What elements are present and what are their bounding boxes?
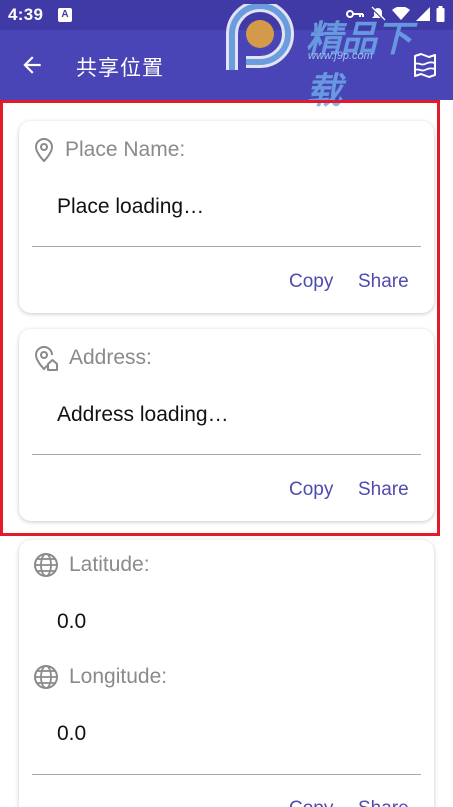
map-button[interactable] <box>409 50 441 82</box>
signal-icon <box>416 7 430 26</box>
divider <box>32 246 421 247</box>
address-value: Address loading… <box>57 403 229 426</box>
arrow-left-icon <box>23 56 41 74</box>
status-icons <box>346 6 445 27</box>
coordinates-card: Latitude: 0.0 Longitude: 0.0 Copy Share <box>19 540 434 807</box>
place-name-card: Place Name: Place loading… Copy Share <box>19 121 434 313</box>
status-time: 4:39 <box>8 5 44 24</box>
mute-icon <box>370 6 386 27</box>
latitude-label-row: Latitude: <box>33 552 150 578</box>
place-name-label-row: Place Name: <box>33 137 185 163</box>
share-address-button[interactable]: Share <box>358 479 409 501</box>
copy-address-button[interactable]: Copy <box>289 479 333 501</box>
copy-place-button[interactable]: Copy <box>289 271 333 293</box>
battery-icon <box>436 6 445 27</box>
share-place-button[interactable]: Share <box>358 271 409 293</box>
map-icon <box>414 53 436 78</box>
globe-icon <box>34 665 58 689</box>
page-title: 共享位置 <box>76 56 164 80</box>
address-label-row: Address: <box>33 345 152 371</box>
back-button[interactable] <box>14 47 50 83</box>
address-label: Address: <box>69 346 152 369</box>
longitude-value: 0.0 <box>57 722 87 745</box>
longitude-label-row: Longitude: <box>33 664 167 690</box>
status-bar: 4:39 A <box>0 0 453 30</box>
wifi-icon <box>392 6 410 26</box>
copy-coordinates-button[interactable]: Copy <box>289 798 333 807</box>
vpn-key-icon <box>346 7 364 26</box>
location-home-icon <box>34 346 58 371</box>
place-name-value: Place loading… <box>57 195 205 218</box>
place-name-label: Place Name: <box>65 138 186 161</box>
notification-icon: A <box>58 8 72 22</box>
latitude-label: Latitude: <box>69 553 150 576</box>
longitude-label: Longitude: <box>69 665 168 688</box>
address-card: Address: Address loading… Copy Share <box>19 329 434 521</box>
location-pin-icon <box>34 137 54 163</box>
divider <box>32 454 421 455</box>
app-bar: 共享位置 <box>0 30 453 100</box>
divider <box>32 774 421 775</box>
globe-icon <box>34 553 58 577</box>
latitude-value: 0.0 <box>57 610 87 633</box>
share-coordinates-button[interactable]: Share <box>358 798 409 807</box>
